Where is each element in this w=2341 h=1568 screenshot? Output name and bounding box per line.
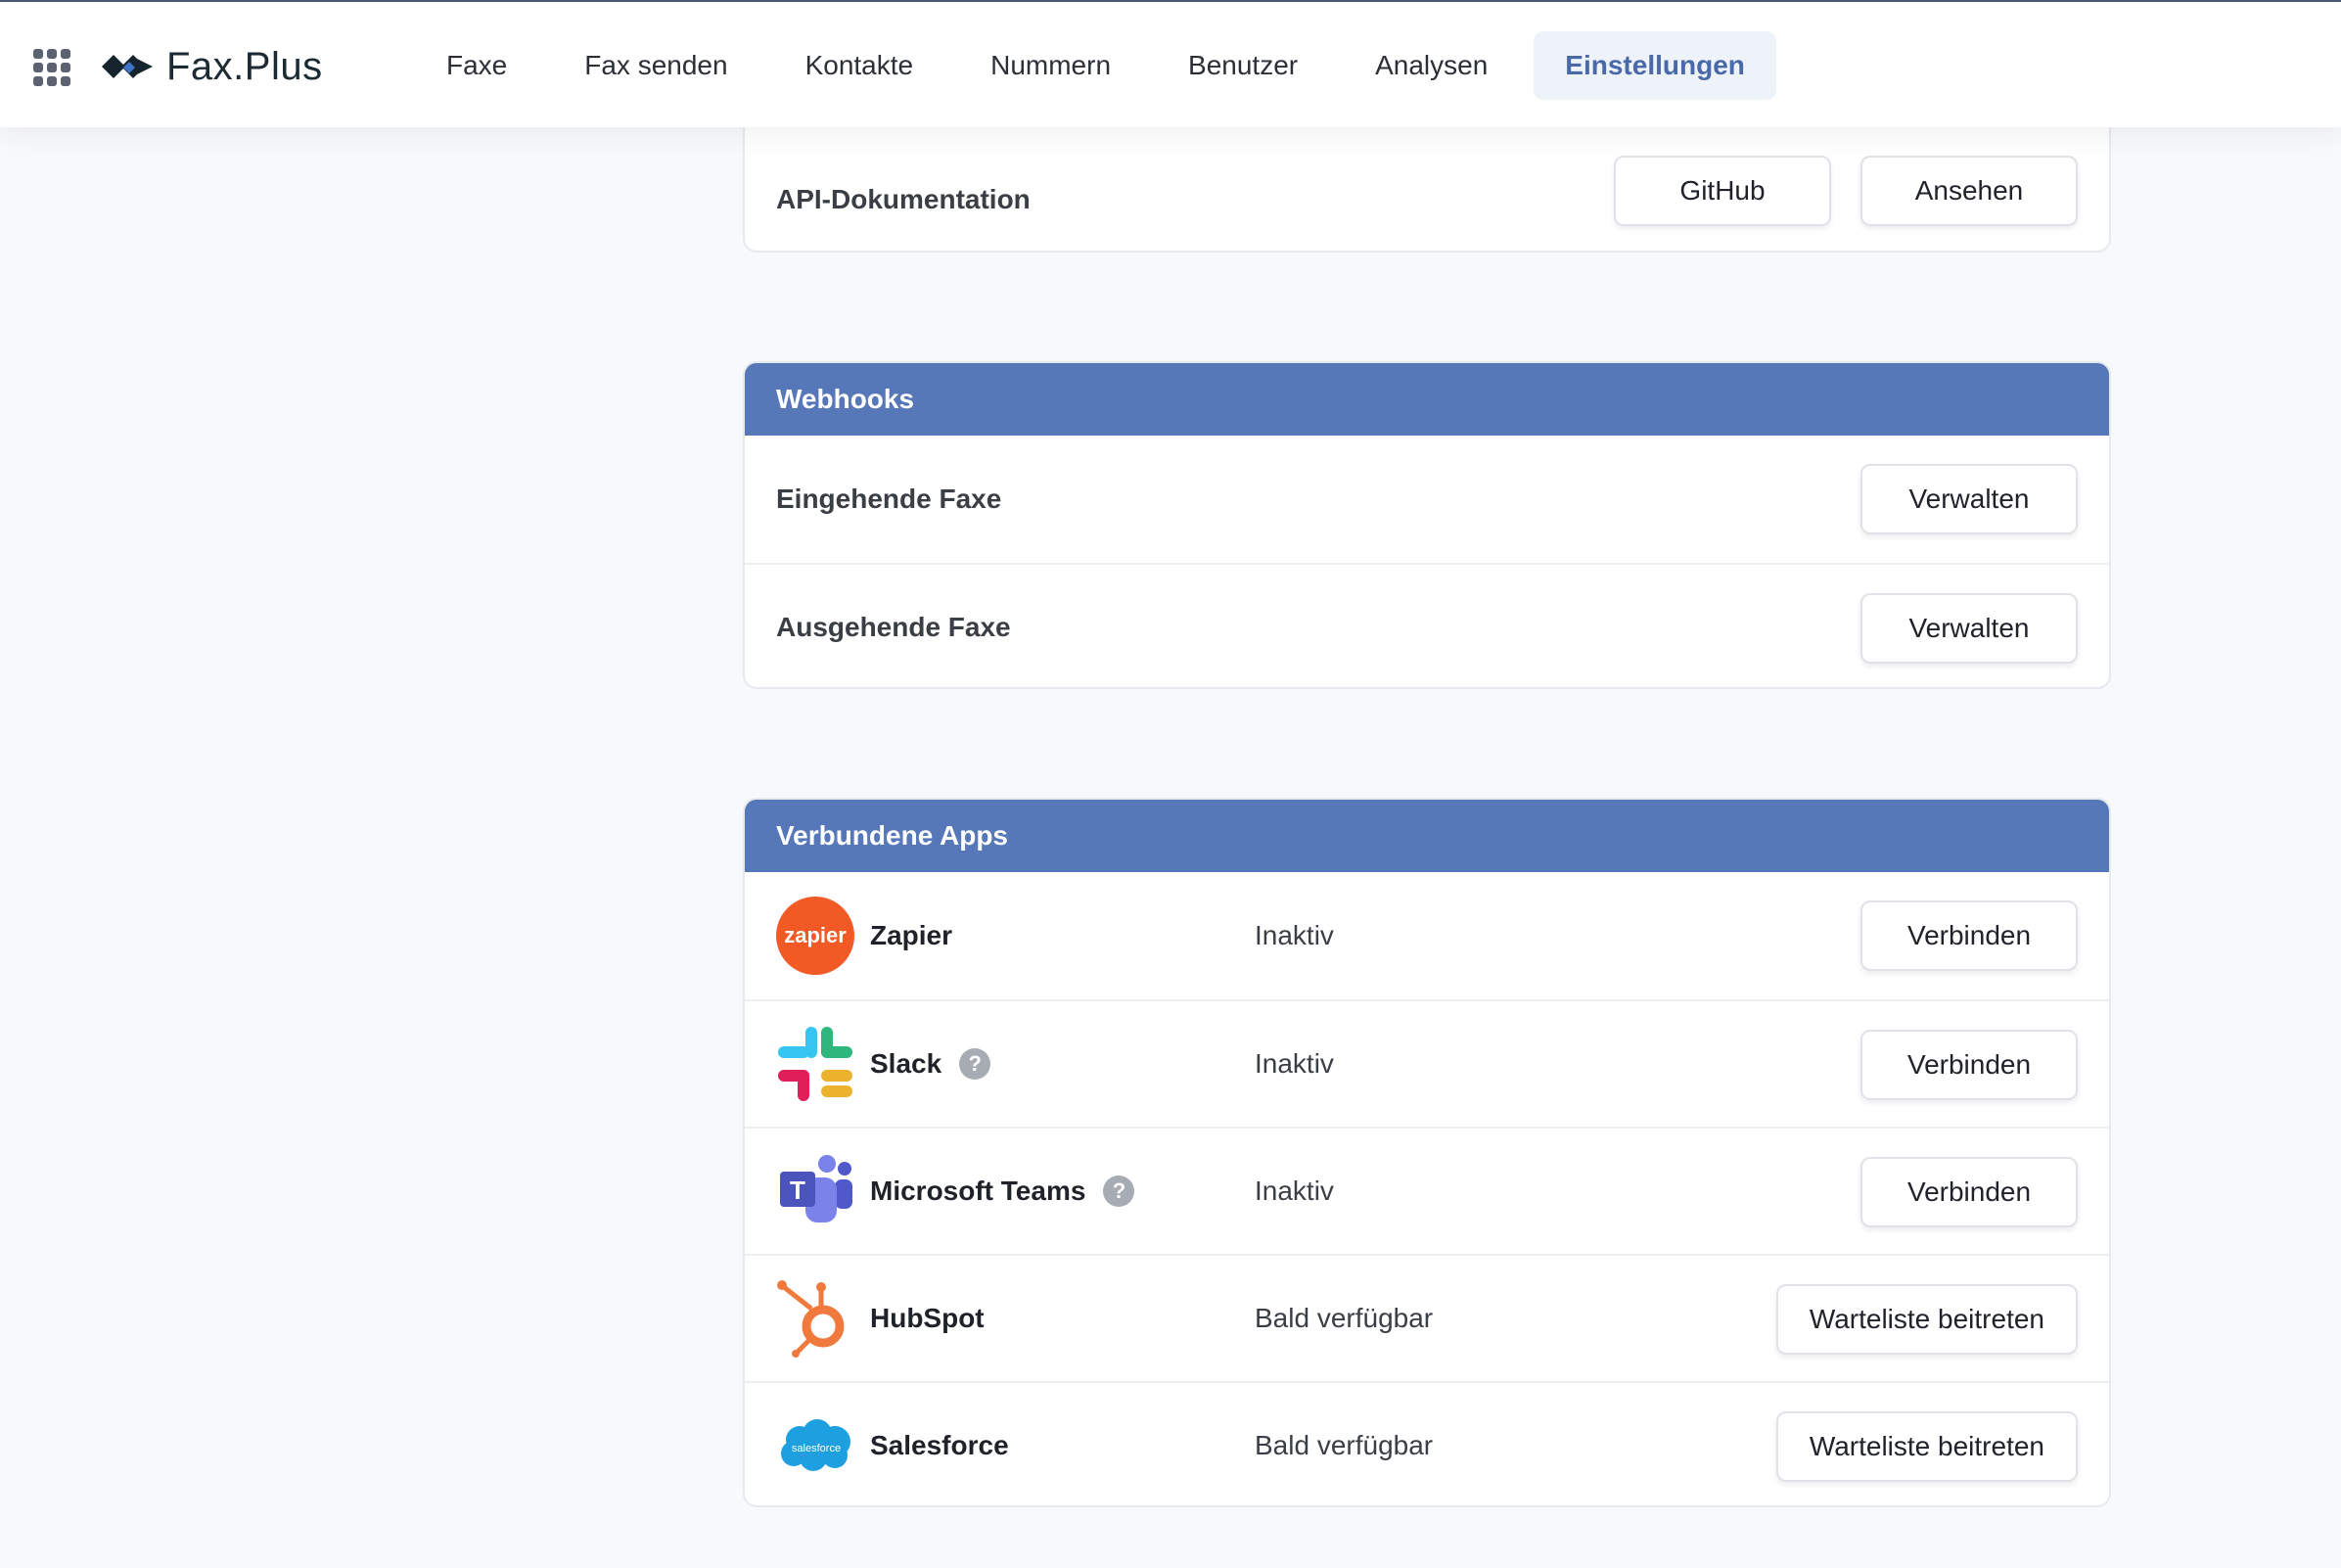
logo-text: Fax.Plus [166, 44, 323, 88]
app-status: Inaktiv [1255, 920, 1334, 950]
zapier-icon: zapier [776, 897, 854, 975]
api-documentation-label: API-Dokumentation [776, 184, 1031, 214]
hubspot-icon [776, 1279, 854, 1358]
top-navigation-bar: Fax.Plus Faxe Fax senden Kontakte Nummer… [0, 0, 2341, 127]
app-launcher-grid-icon[interactable] [33, 49, 70, 86]
salesforce-icon: salesforce [776, 1407, 854, 1485]
app-row-microsoft-teams: T Microsoft Teams ? Inaktiv Verbinden [745, 1127, 2109, 1254]
view-docs-button[interactable]: Ansehen [1860, 156, 2078, 226]
teams-help-icon[interactable]: ? [1103, 1176, 1135, 1207]
nav-benutzer[interactable]: Benutzer [1157, 31, 1329, 100]
app-name: Zapier [870, 920, 953, 950]
app-row-slack: Slack ? Inaktiv Verbinden [745, 999, 2109, 1127]
nav-faxe[interactable]: Faxe [415, 31, 538, 100]
nav-kontakte[interactable]: Kontakte [774, 31, 945, 100]
connected-apps-header: Verbundene Apps [745, 800, 2109, 872]
webhook-label: Ausgehende Faxe [776, 612, 1011, 642]
faxplus-logo-mark-icon [102, 55, 153, 78]
app-name: Microsoft Teams [870, 1176, 1086, 1206]
nav-einstellungen[interactable]: Einstellungen [1534, 31, 1776, 100]
app-status: Bald verfügbar [1255, 1303, 1434, 1333]
connected-apps-card: Verbundene Apps zapier Zapier Inaktiv Ve… [743, 798, 2111, 1507]
faxplus-logo[interactable]: Fax.Plus [100, 41, 323, 92]
app-row-hubspot: HubSpot Bald verfügbar Warteliste beitre… [745, 1254, 2109, 1381]
connect-teams-button[interactable]: Verbinden [1860, 1157, 2078, 1227]
webhooks-header: Webhooks [745, 363, 2109, 436]
microsoft-teams-icon: T [776, 1152, 854, 1230]
slack-icon [776, 1025, 854, 1103]
join-waitlist-salesforce-button[interactable]: Warteliste beitreten [1775, 1411, 2078, 1482]
app-row-salesforce: salesforce Salesforce Bald verfügbar War… [745, 1381, 2109, 1505]
connect-zapier-button[interactable]: Verbinden [1860, 900, 2078, 971]
slack-help-icon[interactable]: ? [959, 1048, 991, 1080]
main-nav: Faxe Fax senden Kontakte Nummern Benutze… [415, 31, 1791, 100]
join-waitlist-hubspot-button[interactable]: Warteliste beitreten [1775, 1284, 2078, 1355]
teams-icon-text: T [790, 1176, 805, 1205]
connect-slack-button[interactable]: Verbinden [1860, 1030, 2078, 1100]
webhook-row-outgoing: Ausgehende Faxe Verwalten [745, 563, 2109, 687]
nav-fax-senden[interactable]: Fax senden [553, 31, 758, 100]
salesforce-icon-text: salesforce [792, 1443, 841, 1454]
nav-analysen[interactable]: Analysen [1344, 31, 1519, 100]
webhook-label: Eingehende Faxe [776, 484, 1002, 514]
app-status: Inaktiv [1255, 1176, 1334, 1206]
zapier-icon-text: zapier [784, 923, 847, 947]
app-row-zapier: zapier Zapier Inaktiv Verbinden [745, 872, 2109, 999]
nav-nummern[interactable]: Nummern [959, 31, 1142, 100]
app-name: Slack [870, 1048, 942, 1079]
app-status: Bald verfügbar [1255, 1430, 1434, 1460]
webhook-row-incoming: Eingehende Faxe Verwalten [745, 436, 2109, 563]
app-name: Salesforce [870, 1430, 1009, 1460]
manage-incoming-webhook-button[interactable]: Verwalten [1860, 464, 2078, 534]
github-button[interactable]: GitHub [1614, 156, 1831, 226]
app-status: Inaktiv [1255, 1048, 1334, 1079]
manage-outgoing-webhook-button[interactable]: Verwalten [1860, 593, 2078, 664]
app-name: HubSpot [870, 1303, 985, 1333]
webhooks-card: Webhooks Eingehende Faxe Verwalten Ausge… [743, 361, 2111, 689]
